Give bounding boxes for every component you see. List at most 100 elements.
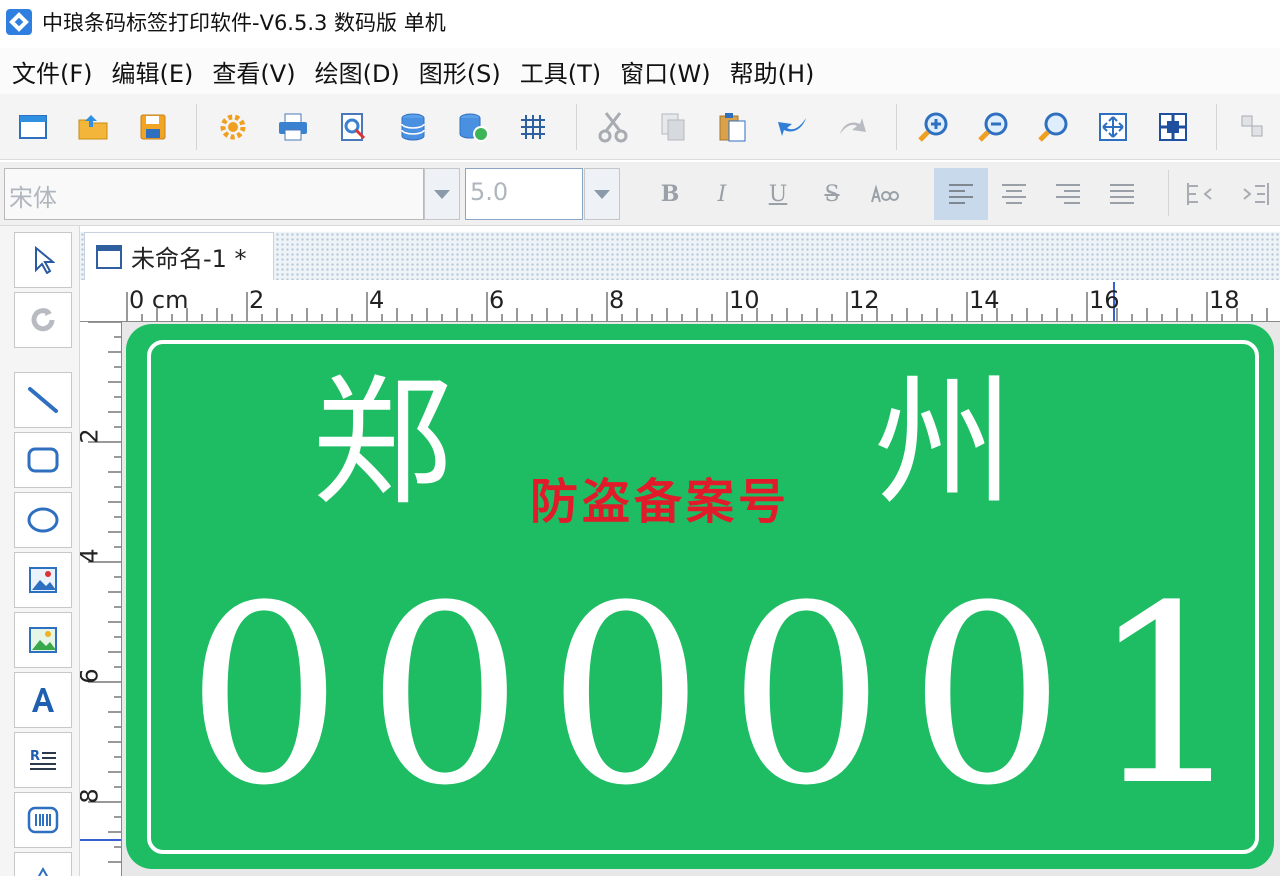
ruler-label: 14 [969, 286, 1000, 314]
select-pointer-icon[interactable] [14, 232, 72, 288]
toolbar-separator [1216, 104, 1217, 150]
horizontal-ruler: 0 cm 2 4 6 8 10 12 14 16 18 [80, 280, 1280, 322]
zoom-icon[interactable] [1036, 110, 1070, 144]
strikethrough-button[interactable]: S [814, 176, 850, 212]
drawing-toolbar: R [0, 226, 80, 876]
increase-spacing-icon[interactable] [1238, 176, 1274, 212]
arrange-icon[interactable] [1236, 110, 1270, 144]
new-icon[interactable] [16, 110, 50, 144]
city-second-char[interactable]: 州 [874, 374, 1014, 514]
insert-image-icon[interactable] [14, 552, 72, 608]
ruler-label: 2 [249, 286, 265, 314]
font-name-select[interactable]: 宋体 [4, 168, 424, 220]
fit-page-icon[interactable] [1096, 110, 1130, 144]
main-toolbar [0, 94, 1280, 160]
svg-text:R: R [30, 749, 40, 764]
copy-icon[interactable] [656, 110, 690, 144]
draw-line-icon[interactable] [14, 372, 72, 428]
barcode-icon[interactable] [14, 792, 72, 848]
menu-view[interactable]: 查看(V) [212, 54, 295, 89]
format-toolbar: 宋体 5.0 B I U S [0, 162, 1280, 226]
paste-icon[interactable] [716, 110, 750, 144]
title-bar: 中琅条码标签打印软件-V6.5.3 数码版 单机 [0, 0, 1280, 44]
shape-tool-icon[interactable] [14, 852, 72, 876]
bold-button[interactable]: B [652, 176, 688, 212]
serial-number[interactable]: 0 0 0 0 0 1 [186, 574, 1246, 820]
open-icon[interactable] [76, 110, 110, 144]
italic-button[interactable]: I [704, 176, 740, 212]
app-window: 中琅条码标签打印软件-V6.5.3 数码版 单机 文件(F) 编辑(E) 查看(… [0, 0, 1280, 876]
menu-file[interactable]: 文件(F) [12, 54, 93, 89]
ruler-label: 6 [489, 286, 505, 314]
menu-edit[interactable]: 编辑(E) [112, 54, 194, 89]
serial-digit: 0 [366, 554, 524, 840]
database-icon[interactable] [396, 110, 430, 144]
ruler-label: 8 [609, 286, 625, 314]
design-canvas[interactable]: 郑 州 防盗备案号 0 0 0 0 0 1 [122, 322, 1280, 876]
cut-icon[interactable] [596, 110, 630, 144]
text-tool-icon[interactable] [14, 672, 72, 728]
chevron-down-icon [434, 189, 450, 199]
zoom-in-icon[interactable] [916, 110, 950, 144]
font-size-dropdown-button[interactable] [584, 168, 620, 220]
print-icon[interactable] [276, 110, 310, 144]
ruler-label: 4 [369, 286, 385, 314]
tab-document[interactable]: 未命名-1 * [84, 232, 274, 280]
font-name-dropdown-button[interactable] [424, 168, 460, 220]
city-first-char[interactable]: 郑 [312, 374, 452, 514]
subtitle-text[interactable]: 防盗备案号 [530, 462, 790, 532]
redo-icon[interactable] [836, 110, 870, 144]
ruler-label: 2 [80, 428, 104, 443]
menu-help[interactable]: 帮助(H) [730, 54, 815, 89]
rich-text-icon[interactable]: R [14, 732, 72, 788]
serial-digit: 0 [728, 554, 885, 840]
grid-icon[interactable] [516, 110, 550, 144]
ruler-label: 16 [1089, 286, 1120, 314]
chevron-down-icon [594, 189, 610, 199]
window-title: 中琅条码标签打印软件-V6.5.3 数码版 单机 [42, 11, 446, 35]
serial-digit: 0 [908, 554, 1066, 840]
underline-button[interactable]: U [760, 176, 796, 212]
menu-draw[interactable]: 绘图(D) [315, 54, 400, 89]
align-left-icon[interactable] [934, 168, 988, 220]
serial-digit: 0 [547, 554, 704, 840]
menu-shape[interactable]: 图形(S) [419, 54, 501, 89]
settings-icon[interactable] [216, 110, 250, 144]
font-size-input[interactable]: 5.0 [465, 168, 583, 220]
rotate-icon[interactable] [14, 292, 72, 348]
menu-bar: 文件(F) 编辑(E) 查看(V) 绘图(D) 图形(S) 工具(T) 窗口(W… [0, 48, 1280, 94]
label-plate[interactable]: 郑 州 防盗备案号 0 0 0 0 0 1 [126, 324, 1274, 869]
text-direction-icon[interactable] [866, 176, 902, 212]
undo-icon[interactable] [776, 110, 810, 144]
draw-ellipse-icon[interactable] [14, 492, 72, 548]
toolbar-separator [1168, 170, 1169, 216]
ruler-label: 8 [80, 788, 104, 803]
ruler-label: 6 [80, 668, 104, 683]
document-icon [96, 244, 122, 269]
align-justify-icon[interactable] [1104, 176, 1140, 212]
ruler-label: 0 cm [129, 286, 189, 314]
align-center-icon[interactable] [996, 176, 1032, 212]
document-tab-bar: 未命名-1 * [80, 232, 1280, 280]
database-settings-icon[interactable] [456, 110, 490, 144]
app-logo-icon [6, 9, 32, 35]
print-preview-icon[interactable] [336, 110, 370, 144]
actual-size-icon[interactable] [1156, 110, 1190, 144]
decrease-spacing-icon[interactable] [1182, 176, 1218, 212]
menu-tools[interactable]: 工具(T) [520, 54, 601, 89]
zoom-out-icon[interactable] [976, 110, 1010, 144]
ruler-label: 10 [729, 286, 760, 314]
serial-digit: 0 [186, 554, 343, 840]
toolbar-separator [196, 104, 197, 150]
ruler-label: 4 [80, 548, 104, 563]
ruler-label: 18 [1209, 286, 1240, 314]
vertical-ruler: 2 4 6 8 [80, 322, 122, 876]
toolbar-separator [896, 104, 897, 150]
tab-document-label: 未命名-1 * [131, 245, 247, 273]
insert-picture-icon[interactable] [14, 612, 72, 668]
align-right-icon[interactable] [1050, 176, 1086, 212]
toolbar-separator [576, 104, 577, 150]
menu-window[interactable]: 窗口(W) [620, 54, 710, 89]
draw-rectangle-icon[interactable] [14, 432, 72, 488]
save-icon[interactable] [136, 110, 170, 144]
